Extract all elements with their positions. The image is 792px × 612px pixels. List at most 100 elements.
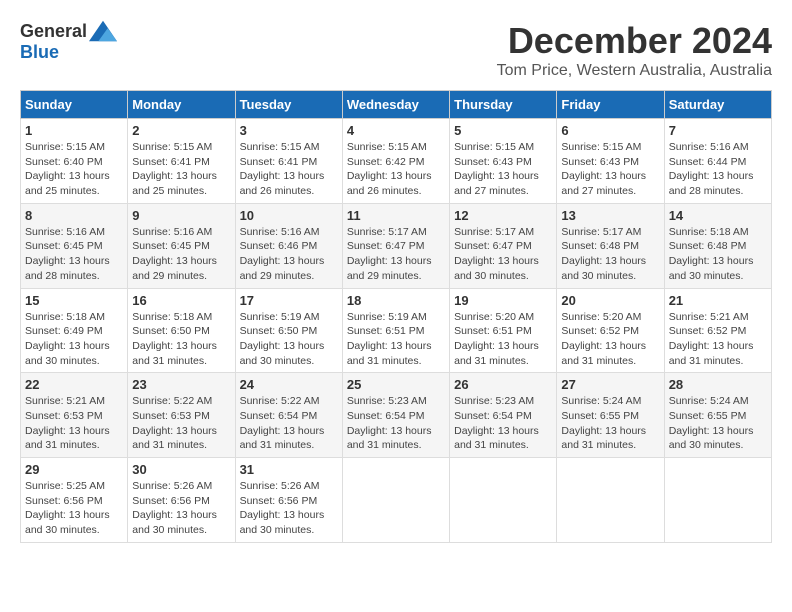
calendar-cell: 9Sunrise: 5:16 AMSunset: 6:45 PMDaylight… [128, 203, 235, 288]
calendar-cell: 26 Sunrise: 5:23 AMSunset: 6:54 PMDayligh… [450, 373, 557, 458]
calendar-cell: 8 Sunrise: 5:16 AMSunset: 6:45 PMDaylight… [21, 203, 128, 288]
day-number: 5 [454, 123, 552, 138]
calendar-cell [664, 458, 771, 543]
month-title: December 2024 [497, 20, 772, 62]
day-number: 26 [454, 377, 552, 392]
calendar-cell: 17 Sunrise: 5:19 AMSunset: 6:50 PMDayligh… [235, 288, 342, 373]
calendar-cell: 27 Sunrise: 5:24 AMSunset: 6:55 PMDayligh… [557, 373, 664, 458]
calendar-cell: 22 Sunrise: 5:21 AMSunset: 6:53 PMDayligh… [21, 373, 128, 458]
day-info: Sunrise: 5:26 AMSunset: 6:56 PMDaylight:… [132, 479, 230, 538]
day-info: Sunrise: 5:20 AMSunset: 6:52 PMDaylight:… [561, 310, 659, 369]
day-number: 11 [347, 208, 445, 223]
day-number: 7 [669, 123, 767, 138]
day-number: 14 [669, 208, 767, 223]
calendar-week-row: 29 Sunrise: 5:25 AMSunset: 6:56 PMDayligh… [21, 458, 772, 543]
location-subtitle: Tom Price, Western Australia, Australia [497, 62, 772, 80]
calendar-table: SundayMondayTuesdayWednesdayThursdayFrid… [20, 90, 772, 543]
calendar-cell: 31 Sunrise: 5:26 AMSunset: 6:56 PMDayligh… [235, 458, 342, 543]
calendar-cell: 13Sunrise: 5:17 AMSunset: 6:48 PMDayligh… [557, 203, 664, 288]
day-info: Sunrise: 5:20 AMSunset: 6:51 PMDaylight:… [454, 310, 552, 369]
day-number: 29 [25, 462, 123, 477]
day-info: Sunrise: 5:15 AMSunset: 6:43 PMDaylight:… [454, 140, 552, 199]
calendar-cell: 12 Sunrise: 5:17 AMSunset: 6:47 PMDayligh… [450, 203, 557, 288]
calendar-cell [557, 458, 664, 543]
calendar-cell: 16Sunrise: 5:18 AMSunset: 6:50 PMDayligh… [128, 288, 235, 373]
title-block: December 2024 Tom Price, Western Austral… [497, 20, 772, 80]
day-info: Sunrise: 5:22 AMSunset: 6:54 PMDaylight:… [240, 394, 338, 453]
day-info: Sunrise: 5:16 AMSunset: 6:46 PMDaylight:… [240, 225, 338, 284]
day-number: 15 [25, 293, 123, 308]
day-number: 8 [25, 208, 123, 223]
calendar-cell: 2 Sunrise: 5:15 AMSunset: 6:41 PMDaylight… [128, 119, 235, 204]
logo-icon [89, 20, 117, 42]
day-info: Sunrise: 5:15 AMSunset: 6:41 PMDaylight:… [132, 140, 230, 199]
calendar-cell: 18 Sunrise: 5:19 AMSunset: 6:51 PMDayligh… [342, 288, 449, 373]
weekday-header-wednesday: Wednesday [342, 91, 449, 119]
calendar-cell: 10Sunrise: 5:16 AMSunset: 6:46 PMDayligh… [235, 203, 342, 288]
weekday-header-friday: Friday [557, 91, 664, 119]
day-info: Sunrise: 5:23 AMSunset: 6:54 PMDaylight:… [347, 394, 445, 453]
calendar-week-row: 22 Sunrise: 5:21 AMSunset: 6:53 PMDayligh… [21, 373, 772, 458]
weekday-header-thursday: Thursday [450, 91, 557, 119]
calendar-header-row: SundayMondayTuesdayWednesdayThursdayFrid… [21, 91, 772, 119]
day-number: 19 [454, 293, 552, 308]
day-number: 3 [240, 123, 338, 138]
day-info: Sunrise: 5:24 AMSunset: 6:55 PMDaylight:… [669, 394, 767, 453]
weekday-header-saturday: Saturday [664, 91, 771, 119]
day-number: 31 [240, 462, 338, 477]
day-info: Sunrise: 5:16 AMSunset: 6:44 PMDaylight:… [669, 140, 767, 199]
day-info: Sunrise: 5:25 AMSunset: 6:56 PMDaylight:… [25, 479, 123, 538]
day-number: 22 [25, 377, 123, 392]
day-number: 17 [240, 293, 338, 308]
day-number: 12 [454, 208, 552, 223]
day-info: Sunrise: 5:17 AMSunset: 6:47 PMDaylight:… [454, 225, 552, 284]
day-number: 6 [561, 123, 659, 138]
calendar-cell: 21 Sunrise: 5:21 AMSunset: 6:52 PMDayligh… [664, 288, 771, 373]
day-info: Sunrise: 5:26 AMSunset: 6:56 PMDaylight:… [240, 479, 338, 538]
calendar-cell: 28Sunrise: 5:24 AMSunset: 6:55 PMDayligh… [664, 373, 771, 458]
day-number: 25 [347, 377, 445, 392]
day-info: Sunrise: 5:24 AMSunset: 6:55 PMDaylight:… [561, 394, 659, 453]
calendar-cell: 6 Sunrise: 5:15 AMSunset: 6:43 PMDaylight… [557, 119, 664, 204]
day-info: Sunrise: 5:21 AMSunset: 6:53 PMDaylight:… [25, 394, 123, 453]
day-info: Sunrise: 5:15 AMSunset: 6:40 PMDaylight:… [25, 140, 123, 199]
day-number: 13 [561, 208, 659, 223]
calendar-week-row: 8 Sunrise: 5:16 AMSunset: 6:45 PMDaylight… [21, 203, 772, 288]
calendar-cell: 19 Sunrise: 5:20 AMSunset: 6:51 PMDayligh… [450, 288, 557, 373]
day-info: Sunrise: 5:21 AMSunset: 6:52 PMDaylight:… [669, 310, 767, 369]
day-number: 16 [132, 293, 230, 308]
logo-general: General [20, 21, 87, 42]
day-info: Sunrise: 5:16 AMSunset: 6:45 PMDaylight:… [25, 225, 123, 284]
day-number: 24 [240, 377, 338, 392]
day-info: Sunrise: 5:19 AMSunset: 6:50 PMDaylight:… [240, 310, 338, 369]
calendar-week-row: 15 Sunrise: 5:18 AMSunset: 6:49 PMDayligh… [21, 288, 772, 373]
day-info: Sunrise: 5:15 AMSunset: 6:41 PMDaylight:… [240, 140, 338, 199]
calendar-cell: 4Sunrise: 5:15 AMSunset: 6:42 PMDaylight… [342, 119, 449, 204]
day-info: Sunrise: 5:17 AMSunset: 6:47 PMDaylight:… [347, 225, 445, 284]
calendar-cell: 25 Sunrise: 5:23 AMSunset: 6:54 PMDayligh… [342, 373, 449, 458]
day-info: Sunrise: 5:23 AMSunset: 6:54 PMDaylight:… [454, 394, 552, 453]
calendar-week-row: 1Sunrise: 5:15 AMSunset: 6:40 PMDaylight… [21, 119, 772, 204]
calendar-cell: 14 Sunrise: 5:18 AMSunset: 6:48 PMDayligh… [664, 203, 771, 288]
day-info: Sunrise: 5:15 AMSunset: 6:43 PMDaylight:… [561, 140, 659, 199]
calendar-cell: 20 Sunrise: 5:20 AMSunset: 6:52 PMDayligh… [557, 288, 664, 373]
calendar-cell: 7 Sunrise: 5:16 AMSunset: 6:44 PMDaylight… [664, 119, 771, 204]
day-info: Sunrise: 5:18 AMSunset: 6:48 PMDaylight:… [669, 225, 767, 284]
day-info: Sunrise: 5:19 AMSunset: 6:51 PMDaylight:… [347, 310, 445, 369]
calendar-cell: 15 Sunrise: 5:18 AMSunset: 6:49 PMDayligh… [21, 288, 128, 373]
calendar-cell: 3 Sunrise: 5:15 AMSunset: 6:41 PMDaylight… [235, 119, 342, 204]
day-info: Sunrise: 5:18 AMSunset: 6:49 PMDaylight:… [25, 310, 123, 369]
day-number: 23 [132, 377, 230, 392]
day-number: 21 [669, 293, 767, 308]
day-info: Sunrise: 5:22 AMSunset: 6:53 PMDaylight:… [132, 394, 230, 453]
calendar-cell: 30Sunrise: 5:26 AMSunset: 6:56 PMDayligh… [128, 458, 235, 543]
calendar-cell: 5 Sunrise: 5:15 AMSunset: 6:43 PMDaylight… [450, 119, 557, 204]
day-number: 20 [561, 293, 659, 308]
calendar-cell [342, 458, 449, 543]
calendar-cell: 29 Sunrise: 5:25 AMSunset: 6:56 PMDayligh… [21, 458, 128, 543]
day-number: 2 [132, 123, 230, 138]
logo-blue: Blue [20, 42, 59, 63]
day-number: 18 [347, 293, 445, 308]
day-number: 27 [561, 377, 659, 392]
page-header: General Blue December 2024 Tom Price, We… [20, 20, 772, 80]
